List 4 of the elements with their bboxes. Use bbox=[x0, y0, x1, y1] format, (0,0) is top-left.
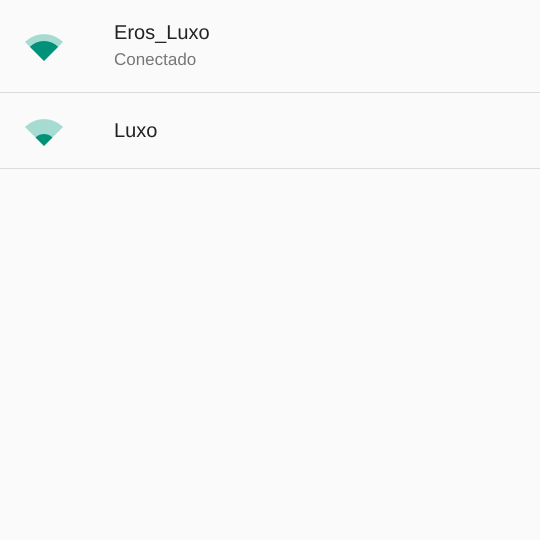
connection-status: Conectado bbox=[114, 49, 198, 71]
network-name: Luxo bbox=[114, 118, 158, 144]
wifi-signal-icon bbox=[24, 31, 64, 61]
network-name: Eros_Luxo bbox=[114, 21, 210, 46]
